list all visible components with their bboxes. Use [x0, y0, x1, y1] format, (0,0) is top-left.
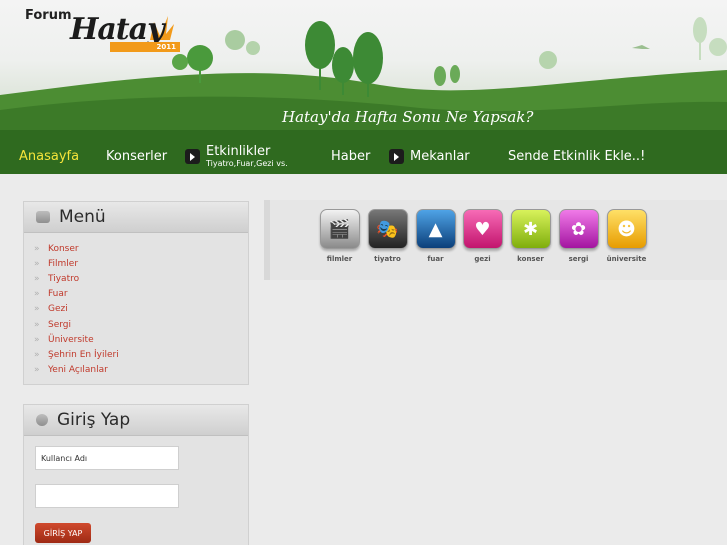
category-konser[interactable]: ✱ konser: [508, 209, 553, 263]
menu-item-filmler[interactable]: » Filmler: [34, 256, 248, 271]
nav-item-konserler[interactable]: Konserler: [106, 139, 167, 174]
category-filmler[interactable]: 🎬 filmler: [317, 209, 362, 263]
menu-list: » Konser » Filmler » Tiyatro » Fuar » Gezi » S…: [24, 233, 248, 378]
double-chevron-icon: »: [34, 273, 40, 284]
category-bar: 🎬 filmler 🎭 tiyatro ▲ fuar ♥ gezi ✱ kons…: [264, 200, 727, 280]
login-button[interactable]: GİRİŞ YAP: [35, 523, 91, 543]
double-chevron-icon: »: [34, 289, 40, 300]
menu-item-yeni-acilanlar[interactable]: » Yeni Açılanlar: [34, 363, 248, 378]
theater-masks-icon: 🎭: [367, 209, 408, 249]
category-label: tiyatro: [374, 255, 401, 263]
username-field[interactable]: Kullancı Adı: [35, 446, 179, 470]
person-jumping-icon: ✱: [510, 209, 551, 249]
speaking-person-icon: ☻: [606, 209, 647, 249]
site-slogan: Hatay'da Hafta Sonu Ne Yapsak?: [282, 108, 534, 126]
landscape-icon: ▲: [415, 209, 456, 249]
category-label: konser: [517, 255, 544, 263]
menu-header: Menü: [24, 202, 248, 233]
double-chevron-icon: »: [34, 365, 40, 376]
nav-item-etkinlik-ekle[interactable]: Sende Etkinlik Ekle..!: [508, 139, 645, 174]
site-header: Forum Hatay 2011 Hatay'da Hafta Sonu Ne …: [0, 0, 727, 174]
menu-item-sehrin-en-iyileri[interactable]: » Şehrin En İyileri: [34, 347, 248, 362]
double-chevron-icon: »: [34, 304, 40, 315]
bullet-icon: [36, 211, 50, 223]
arrow-right-icon: [185, 149, 200, 164]
category-label: üniversite: [606, 255, 647, 263]
main-navigation: Anasayfa Konserler Etkinlikler Tiyatro,F…: [0, 139, 727, 174]
password-field[interactable]: [35, 484, 179, 508]
login-box: Giriş Yap Kullancı Adı GİRİŞ YAP: [23, 404, 249, 545]
category-tiyatro[interactable]: 🎭 tiyatro: [365, 209, 410, 263]
bullet-icon: [36, 414, 48, 426]
nav-sublabel: Tiyatro,Fuar,Gezi vs.: [206, 159, 288, 168]
category-sergi[interactable]: ✿ sergi: [556, 209, 601, 263]
category-fuar[interactable]: ▲ fuar: [413, 209, 458, 263]
category-label: filmler: [326, 255, 353, 263]
menu-item-tiyatro[interactable]: » Tiyatro: [34, 271, 248, 286]
category-universite[interactable]: ☻ üniversite: [604, 209, 649, 263]
nav-label: Sende Etkinlik Ekle..!: [508, 149, 646, 164]
menu-item-fuar[interactable]: » Fuar: [34, 287, 248, 302]
nav-item-anasayfa[interactable]: Anasayfa: [19, 139, 79, 174]
login-header: Giriş Yap: [24, 405, 248, 436]
arrow-right-icon: [389, 149, 404, 164]
category-label: sergi: [568, 255, 589, 263]
double-chevron-icon: »: [34, 319, 40, 330]
couple-icon: ♥: [462, 209, 503, 249]
nav-item-haber[interactable]: Haber: [331, 139, 370, 174]
menu-box: Menü » Konser » Filmler » Tiyatro » Fuar » Ge…: [23, 201, 249, 385]
nav-label: Mekanlar: [410, 149, 470, 164]
menu-item-sergi[interactable]: » Sergi: [34, 317, 248, 332]
double-chevron-icon: »: [34, 349, 40, 360]
nav-label: Konserler: [106, 149, 168, 164]
login-title: Giriş Yap: [57, 410, 131, 430]
double-chevron-icon: »: [34, 334, 40, 345]
menu-item-konser[interactable]: » Konser: [34, 241, 248, 256]
logo-forum-text: Forum: [25, 8, 72, 23]
category-gezi[interactable]: ♥ gezi: [460, 209, 505, 263]
nav-label: Anasayfa: [19, 149, 80, 164]
double-chevron-icon: »: [34, 258, 40, 269]
nav-item-etkinlikler[interactable]: Etkinlikler Tiyatro,Fuar,Gezi vs.: [185, 139, 288, 174]
nav-label: Etkinlikler: [206, 144, 271, 159]
logo-year: 2011: [110, 42, 180, 52]
menu-item-gezi[interactable]: » Gezi: [34, 302, 248, 317]
double-chevron-icon: »: [34, 243, 40, 254]
nav-item-mekanlar[interactable]: Mekanlar: [389, 139, 470, 174]
category-label: fuar: [427, 255, 444, 263]
flower-frame-icon: ✿: [558, 209, 599, 249]
clapperboard-icon: 🎬: [319, 209, 360, 249]
menu-item-universite[interactable]: » Üniversite: [34, 332, 248, 347]
category-label: gezi: [474, 255, 491, 263]
menu-title: Menü: [59, 207, 106, 227]
nav-label: Haber: [331, 149, 371, 164]
